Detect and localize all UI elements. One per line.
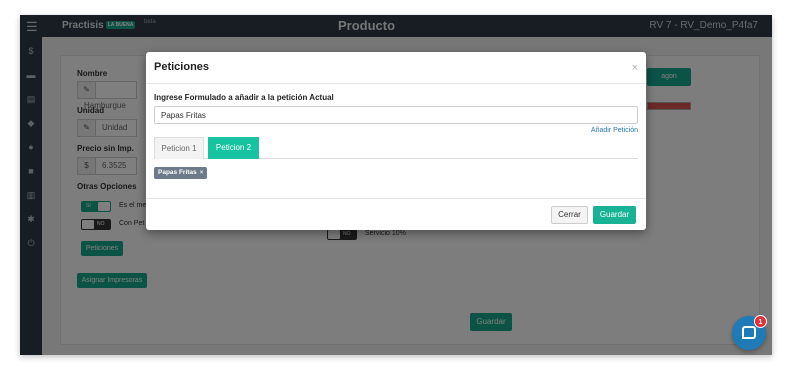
tag-remove-icon[interactable]: × (200, 169, 204, 176)
divider (146, 83, 646, 84)
chat-icon (742, 326, 756, 339)
peticiones-modal: Peticiones × Ingrese Formulado a añadir … (146, 52, 646, 230)
peticion-input[interactable] (154, 106, 638, 124)
modal-title: Peticiones (154, 61, 210, 73)
cerrar-button[interactable]: Cerrar (551, 206, 588, 224)
peticion-input-label: Ingrese Formulado a añadir a la petición… (154, 93, 334, 102)
divider (146, 198, 646, 199)
close-icon[interactable]: × (632, 62, 638, 74)
notification-badge: 1 (754, 315, 767, 328)
peticion-tag: Papas Fritas × (154, 167, 208, 179)
tab-peticion-1[interactable]: Peticion 1 (154, 137, 204, 159)
tag-label: Papas Fritas (158, 169, 197, 176)
tab-peticion-2[interactable]: Peticion 2 (208, 137, 259, 159)
add-peticion-link[interactable]: Añadir Petición (591, 127, 638, 134)
modal-guardar-button[interactable]: Guardar (593, 206, 636, 224)
app-window: ☰ PractisisLA BUENA beta Producto RV 7 -… (20, 15, 772, 355)
